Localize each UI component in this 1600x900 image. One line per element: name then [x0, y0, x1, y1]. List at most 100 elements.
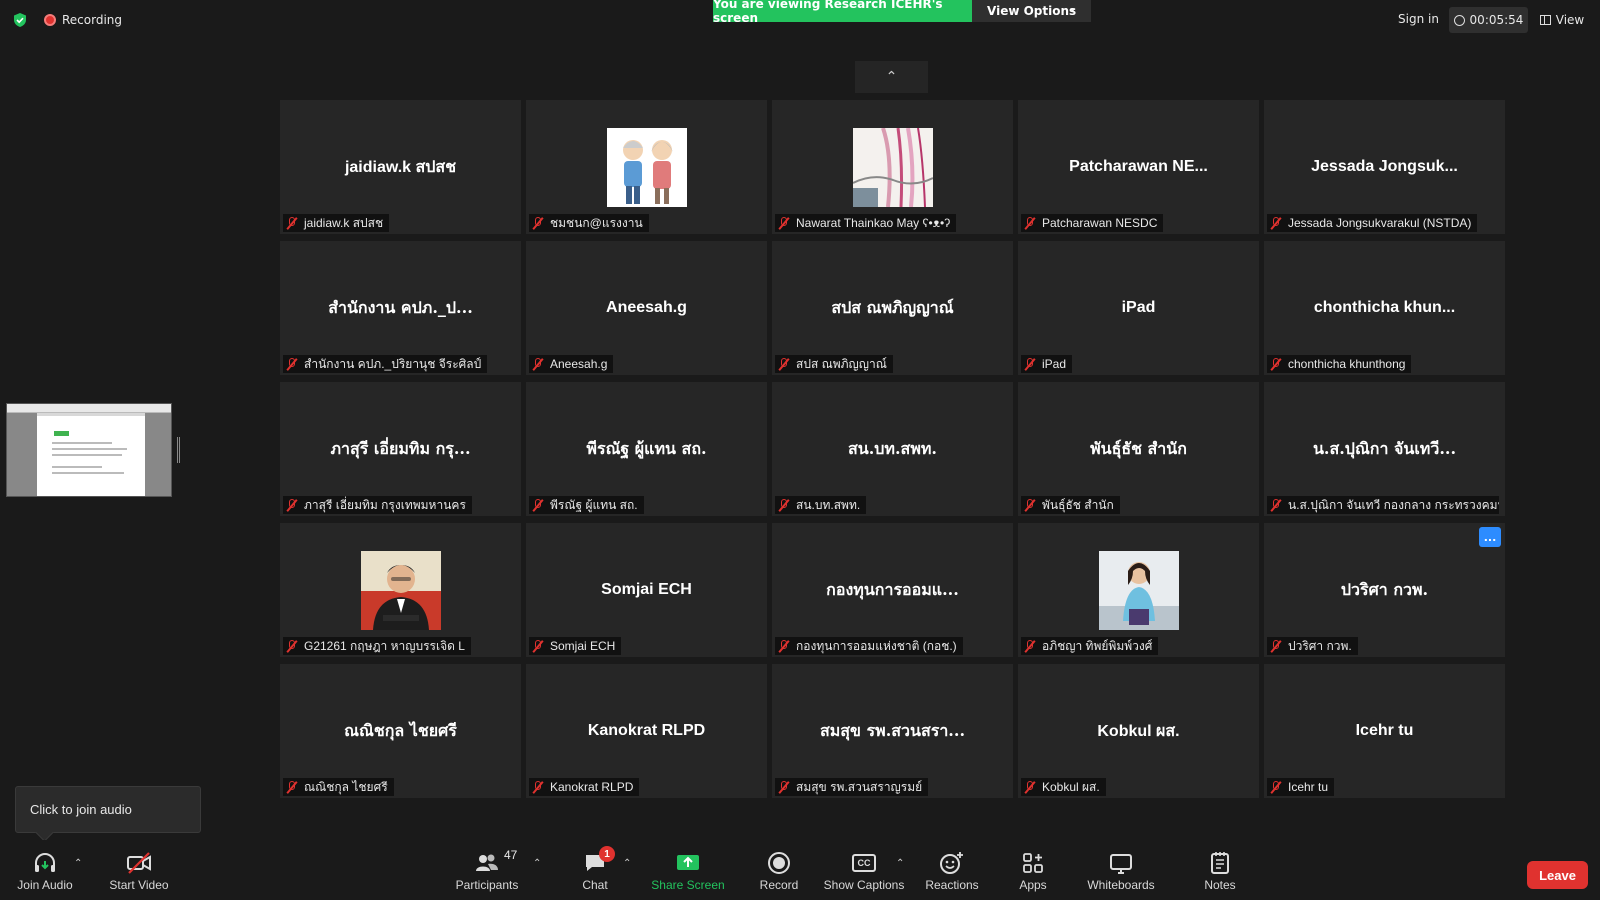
participant-tile[interactable]: iPad iPad	[1018, 241, 1259, 375]
participant-name-label: Icehr tu	[1267, 778, 1335, 796]
whiteboards-label: Whiteboards	[1087, 878, 1155, 892]
participant-name-text: chonthicha khunthong	[1288, 357, 1406, 371]
participant-tile[interactable]: Somjai ECH Somjai ECH	[526, 523, 767, 657]
mic-muted-icon	[1024, 357, 1036, 371]
participant-tile[interactable]: อภิชญา ทิพย์พิมพ์วงศ์	[1018, 523, 1259, 657]
participant-tile[interactable]: กองทุนการออมแ... กองทุนการออมแห่งชาติ (กอ…	[772, 523, 1013, 657]
share-screen-button[interactable]: Share Screen	[651, 850, 725, 898]
participant-tile[interactable]: chonthicha khun... chonthicha khunthong	[1264, 241, 1505, 375]
notes-label: Notes	[1204, 878, 1236, 892]
participants-button[interactable]: 47 Participants	[452, 848, 522, 898]
participant-tile[interactable]: Icehr tu Icehr tu	[1264, 664, 1505, 798]
participant-name-label: jaidiaw.k สปสช	[283, 214, 390, 232]
participants-count: 47	[504, 848, 518, 862]
view-options-label: View Options	[987, 4, 1077, 18]
reactions-button[interactable]: Reactions	[924, 850, 980, 898]
participant-tile[interactable]: ภาสุรี เอี่ยมทิม กรุ... ภาสุรี เอี่ยมทิม …	[280, 382, 521, 516]
view-layout-button[interactable]: View	[1536, 7, 1588, 33]
chat-unread-badge: 1	[599, 846, 615, 862]
join-audio-button[interactable]: Join Audio	[14, 850, 76, 898]
collapse-gallery-button[interactable]: ⌃	[855, 61, 928, 93]
participant-tile[interactable]: ณณิชกุล ไชยศรี ณณิชกุล ไชยศรี	[280, 664, 521, 798]
participant-name-label: สน.บท.สพท.	[775, 496, 867, 514]
start-video-button[interactable]: Start Video	[106, 850, 172, 898]
participant-name-label: Aneesah.g	[529, 355, 614, 373]
participant-tile[interactable]: Aneesah.g Aneesah.g	[526, 241, 767, 375]
participant-name-text: สปส ณพภิญญาณ์	[796, 356, 887, 371]
participant-name-text: jaidiaw.k สปสช	[304, 215, 384, 230]
participant-tile[interactable]: Kanokrat RLPD Kanokrat RLPD	[526, 664, 767, 798]
mic-muted-icon	[286, 216, 298, 230]
leave-meeting-button[interactable]: Leave	[1527, 861, 1588, 889]
mic-muted-icon	[1024, 639, 1036, 653]
participant-tile[interactable]: G21261 กฤษฎา หาญบรรเจิด L	[280, 523, 521, 657]
thumbnail-text-line	[52, 442, 112, 444]
participants-caret-icon[interactable]: ⌃	[533, 858, 541, 869]
participant-tile[interactable]: jaidiaw.k สปสช jaidiaw.k สปสช	[280, 100, 521, 234]
recording-dot-icon	[44, 14, 56, 26]
view-options-button[interactable]: View Options ⌄	[972, 0, 1091, 22]
audio-options-caret-icon[interactable]: ⌃	[74, 858, 82, 869]
whiteboard-icon	[1108, 850, 1134, 876]
mic-muted-icon	[778, 216, 790, 230]
participant-tile[interactable]: สปส ณพภิญญาณ์ สปส ณพภิญญาณ์	[772, 241, 1013, 375]
captions-caret-icon[interactable]: ⌃	[896, 858, 904, 869]
participant-name-label: ณณิชกุล ไชยศรี	[283, 778, 394, 796]
participant-name-text: Nawarat Thainkao May ʕ•ᴥ•ʔ	[796, 216, 951, 230]
participant-name-text: ภาสุรี เอี่ยมทิม กรุงเทพมหานคร	[304, 497, 466, 512]
meeting-timer[interactable]: 00:05:54	[1449, 7, 1528, 33]
apps-icon	[1021, 850, 1045, 876]
participants-icon: 47	[474, 848, 517, 876]
show-captions-button[interactable]: CC Show Captions	[823, 850, 905, 898]
recording-label: Recording	[62, 13, 123, 27]
participant-tile[interactable]: สำนักงาน คปภ._ป... สำนักงาน คปภ._ปริยานุช…	[280, 241, 521, 375]
participant-tile[interactable]: Patcharawan NE... Patcharawan NESDC	[1018, 100, 1259, 234]
chat-button[interactable]: 1 Chat	[575, 846, 615, 898]
shared-screen-thumbnail[interactable]	[6, 403, 172, 497]
sign-in-button[interactable]: Sign in	[1390, 7, 1447, 31]
notes-button[interactable]: Notes	[1202, 850, 1238, 898]
more-options-button[interactable]: ...	[1479, 527, 1501, 547]
participant-name-label: ปวริศา กวพ.	[1267, 637, 1358, 655]
participant-tile[interactable]: สมสุข รพ.สวนสรา... สมสุข รพ.สวนสราญรมย์	[772, 664, 1013, 798]
participant-tile[interactable]: ชมชนก@แรงงาน	[526, 100, 767, 234]
participant-name-label: สำนักงาน คปภ._ปริยานุช จีระศิลป์	[283, 355, 488, 373]
participant-name-label: อภิชญา ทิพย์พิมพ์วงศ์	[1021, 637, 1159, 655]
headphones-icon	[32, 850, 58, 876]
notes-icon	[1209, 850, 1231, 876]
viewing-screen-banner: You are viewing Research ICEHR's screen	[713, 0, 972, 25]
participant-tile[interactable]: Nawarat Thainkao May ʕ•ᴥ•ʔ	[772, 100, 1013, 234]
mic-muted-icon	[532, 639, 544, 653]
security-shield-icon[interactable]	[12, 12, 28, 28]
top-bar: Recording You are viewing Research ICEHR…	[0, 0, 1600, 40]
record-button[interactable]: Record	[757, 850, 801, 898]
mic-muted-icon	[1270, 780, 1282, 794]
thumbnail-resize-handle[interactable]	[177, 437, 180, 463]
thumbnail-text-line	[52, 448, 127, 450]
chat-caret-icon[interactable]: ⌃	[623, 858, 631, 869]
participant-tile[interactable]: ปวริศา กวพ. ปวริศา กวพ....	[1264, 523, 1505, 657]
participant-name-label: สมสุข รพ.สวนสราญรมย์	[775, 778, 929, 796]
participant-tile[interactable]: น.ส.ปุณิกา จันเทวี... น.ส.ปุณิกา จันเทวี …	[1264, 382, 1505, 516]
chevron-down-icon: ⌄	[1068, 3, 1077, 14]
participant-name-text: ปวริศา กวพ.	[1288, 638, 1352, 653]
participant-name-text: น.ส.ปุณิกา จันเทวี กองกลาง กระทรวงคมน...	[1288, 497, 1499, 512]
participant-tile[interactable]: สน.บท.สพท. สน.บท.สพท.	[772, 382, 1013, 516]
mic-muted-icon	[1024, 498, 1036, 512]
participant-tile[interactable]: พันธุ์ธัช สำนัก พันธุ์ธัช สำนัก	[1018, 382, 1259, 516]
captions-icon: CC	[852, 850, 876, 876]
thumbnail-right-pane	[145, 413, 171, 496]
mic-muted-icon	[1270, 498, 1282, 512]
participant-name-text: พันธุ์ธัช สำนัก	[1042, 497, 1114, 512]
whiteboards-button[interactable]: Whiteboards	[1086, 850, 1156, 898]
apps-button[interactable]: Apps	[1016, 850, 1050, 898]
recording-indicator[interactable]: Recording	[44, 12, 122, 28]
participant-tile[interactable]: Kobkul ผส. Kobkul ผส.	[1018, 664, 1259, 798]
mic-muted-icon	[532, 498, 544, 512]
participant-name-label: Nawarat Thainkao May ʕ•ᴥ•ʔ	[775, 214, 957, 232]
participant-tile[interactable]: พีรณัฐ ผู้แทน สถ. พีรณัฐ ผู้แทน สถ.	[526, 382, 767, 516]
participant-tile[interactable]: Jessada Jongsuk... Jessada Jongsukvarakul…	[1264, 100, 1505, 234]
woman-portrait-avatar	[1099, 551, 1179, 630]
participant-name-text: กองทุนการออมแห่งชาติ (กอช.)	[796, 638, 957, 653]
participant-name-text: Jessada Jongsukvarakul (NSTDA)	[1288, 216, 1472, 230]
